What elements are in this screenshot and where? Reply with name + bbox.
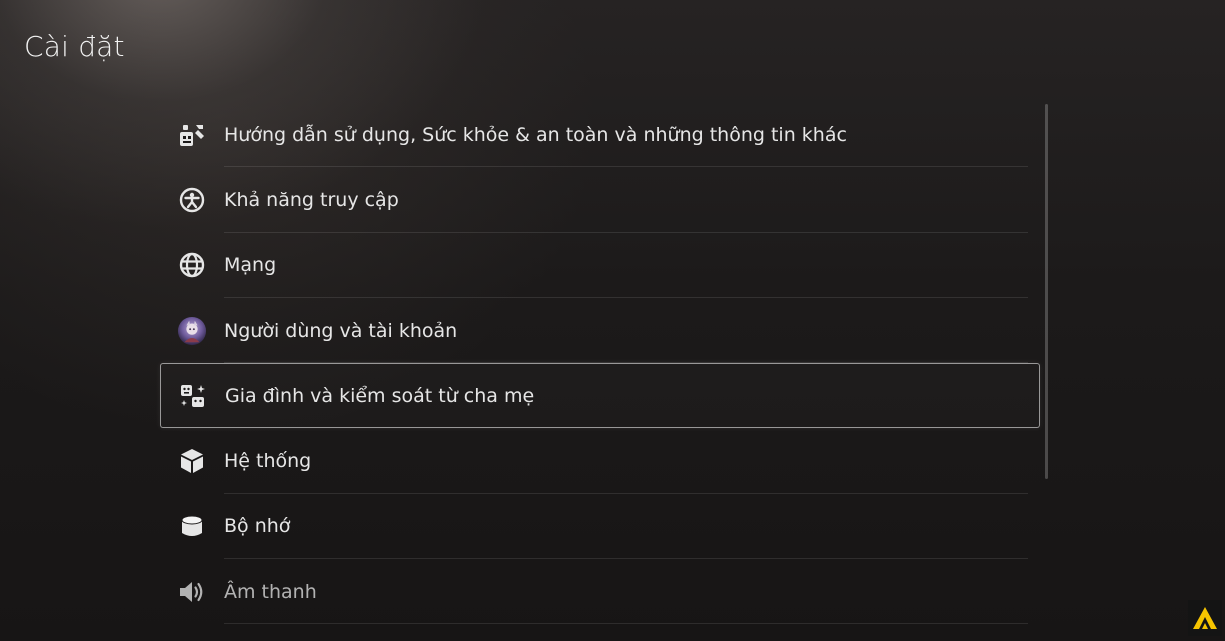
settings-item-label: Hệ thống (224, 450, 312, 473)
settings-item-label: Bộ nhớ (224, 515, 291, 538)
settings-item-family-parental-controls[interactable]: Gia đình và kiểm soát từ cha mẹ (160, 363, 1040, 429)
settings-item-label: Âm thanh (224, 580, 317, 603)
settings-item-label: Người dùng và tài khoản (224, 319, 458, 342)
settings-item-accessibility[interactable]: Khả năng truy cập (160, 167, 1040, 233)
family-icon (178, 381, 208, 411)
settings-item-label: Khả năng truy cập (224, 188, 399, 211)
storage-cylinder-icon (177, 511, 207, 541)
scrollbar[interactable] (1045, 104, 1048, 479)
speaker-icon (177, 577, 207, 607)
accessibility-icon (177, 185, 207, 215)
user-guide-icon (177, 120, 207, 150)
settings-item-label: Mạng (224, 254, 277, 277)
settings-item-sound[interactable]: Âm thanh (160, 559, 1040, 625)
settings-list: Hướng dẫn sử dụng, Sức khỏe & an toàn và… (160, 102, 1040, 625)
channel-logo (1188, 600, 1222, 636)
settings-item-user-guide[interactable]: Hướng dẫn sử dụng, Sức khỏe & an toàn và… (160, 102, 1040, 168)
settings-item-label: Hướng dẫn sử dụng, Sức khỏe & an toàn và… (224, 123, 847, 146)
settings-item-storage[interactable]: Bộ nhớ (160, 494, 1040, 560)
settings-item-users-accounts[interactable]: Người dùng và tài khoản (160, 298, 1040, 364)
page-title: Cài đặt (24, 30, 125, 63)
globe-icon (177, 250, 207, 280)
cube-icon (177, 446, 207, 476)
settings-item-system[interactable]: Hệ thống (160, 428, 1040, 495)
settings-item-label: Gia đình và kiểm soát từ cha mẹ (225, 384, 535, 407)
user-avatar-icon (177, 316, 207, 346)
settings-item-network[interactable]: Mạng (160, 233, 1040, 299)
